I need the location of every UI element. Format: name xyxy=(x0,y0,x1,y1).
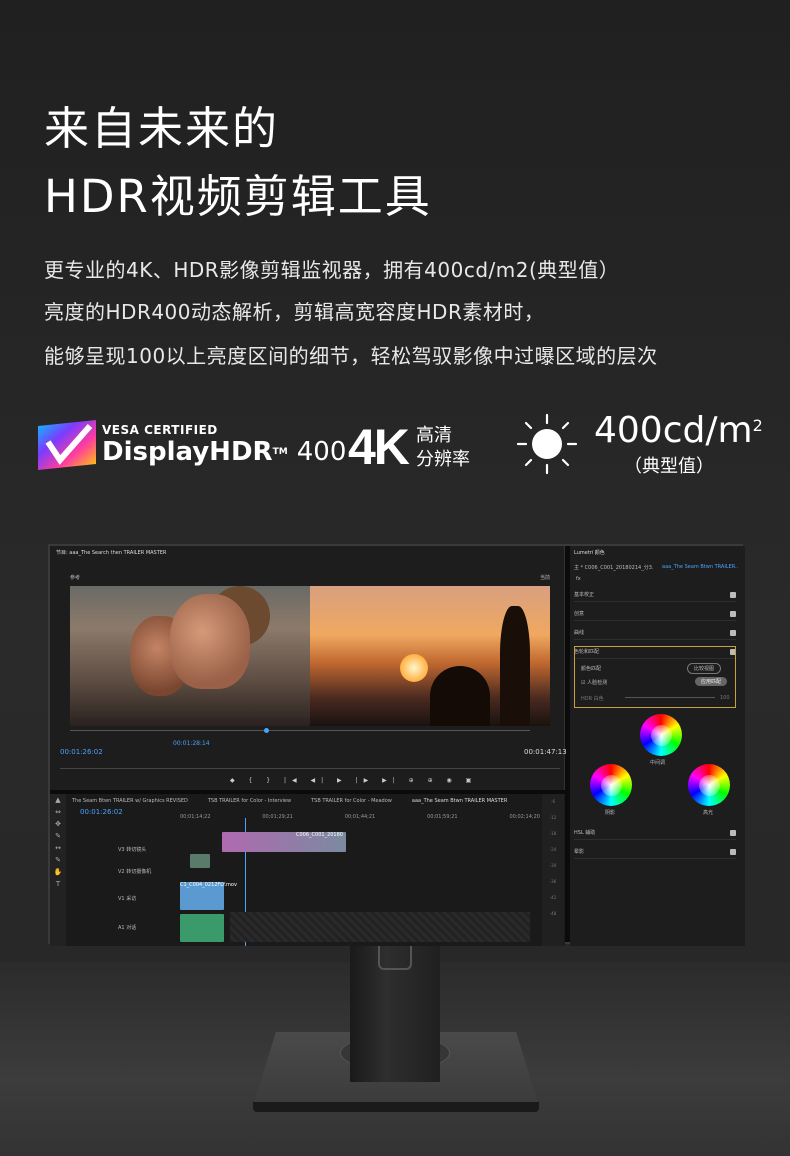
4k-subtitle: 高清 分辨率 xyxy=(416,425,470,470)
timeline-clip[interactable]: C1_C004_0212FLY.mov xyxy=(180,882,237,910)
track-v3: V3 转切镜头 xyxy=(118,847,147,853)
transport-controls[interactable]: ◆ { } |◀ ◀| ▶ |▶ ▶| ⊕ ⊕ ◉ ▣ xyxy=(230,777,477,784)
brightness-subtitle: （典型值） xyxy=(624,456,714,477)
section-basic[interactable]: 基本校正 xyxy=(574,588,736,602)
headline-line2: HDR视频剪辑工具 xyxy=(44,170,432,223)
description-line3: 能够呈现100以上亮度区间的细节，轻松驾驭影像中过曝区域的层次 xyxy=(44,344,658,368)
sun-icon xyxy=(516,413,578,475)
track-a1: A1 对话 xyxy=(118,925,137,931)
audio-clip[interactable] xyxy=(180,914,224,942)
audio-meter: -6 -12 -18 -24 -30 -36 -42 -48 xyxy=(542,794,564,946)
highlights-wheel[interactable] xyxy=(688,764,730,806)
section-curves[interactable]: 曲线 xyxy=(574,626,736,640)
section-vignette[interactable]: 晕影 xyxy=(574,845,736,859)
current-label: 当前 xyxy=(540,575,551,581)
shadows-wheel[interactable] xyxy=(590,764,632,806)
time-ruler[interactable]: 00;01;14;22 00;01;29;21 00;01;44;21 00;01;5… xyxy=(180,814,540,820)
tools-bar[interactable]: ▲ ⇔ ✥ ✎ ↔ ✎ ✋ T xyxy=(50,794,66,946)
timeline-panel: ▲ ⇔ ✥ ✎ ↔ ✎ ✋ T The Seam Btwn TRAILER w/ Graphi… xyxy=(50,794,565,946)
hdr-slider[interactable] xyxy=(625,697,715,698)
program-monitor-title: 节目: aaa_The Search then TRAILER MASTER xyxy=(56,550,167,556)
timecode-left[interactable]: 00:01:26:02 xyxy=(60,748,103,756)
section-hsl[interactable]: HSL 辅助 xyxy=(574,826,736,840)
track-v1: V1 采访 xyxy=(118,896,137,902)
track-v2: V2 转切摄像机 xyxy=(118,869,152,875)
monitor-screen: 节目: aaa_The Search then TRAILER MASTER 参… xyxy=(48,544,745,946)
sequence-tabs[interactable]: The Seam Btwn TRAILER w/ Graphics REVISE… xyxy=(72,798,542,804)
midtones-wheel[interactable] xyxy=(640,714,682,756)
timecode-center: 00:01:28:14 xyxy=(173,740,210,747)
section-creative[interactable]: 创意 xyxy=(574,607,736,621)
program-monitor-panel: 节目: aaa_The Search then TRAILER MASTER 参… xyxy=(50,546,567,790)
lumetri-panel: Lumetri 颜色 主 * C006_C001_20180214_分3... … xyxy=(570,546,745,946)
4k-label: 4K xyxy=(348,419,410,475)
description-line2: 亮度的HDR400动态解析，剪辑高宽容度HDR素材时， xyxy=(44,300,545,324)
vesa-logo-icon xyxy=(38,420,96,470)
timeline-clip[interactable]: C006_C001_20180 xyxy=(222,832,346,852)
lumetri-sequence[interactable]: aaa_The Seam Btwn TRAILER... xyxy=(662,564,738,570)
apply-match-button[interactable]: 应用匹配 xyxy=(695,677,728,686)
monitor-base-edge xyxy=(253,1102,539,1112)
lumetri-title: Lumetri 颜色 xyxy=(574,550,605,556)
fx-label: fx xyxy=(576,576,581,582)
timeline-clip[interactable] xyxy=(190,854,210,868)
headline-line1: 来自未来的 xyxy=(44,102,280,155)
vesa-certified-label: VESA CERTIFIED xyxy=(102,423,218,437)
reference-frame xyxy=(70,586,310,726)
cable-hole xyxy=(378,944,412,970)
description-line1: 更专业的4K、HDR影像剪辑监视器，拥有400cd/m2(典型值） xyxy=(44,258,620,282)
premiere-ui: 节目: aaa_The Search then TRAILER MASTER 参… xyxy=(50,546,745,946)
vesa-badge: VESA CERTIFIED DisplayHDRTM 400 xyxy=(38,420,346,470)
current-frame xyxy=(310,586,550,726)
video-preview xyxy=(70,586,550,726)
reference-label: 参考 xyxy=(70,575,81,581)
face-detect-checkbox[interactable]: ☑ 人脸检测 xyxy=(581,679,607,686)
timecode-right: 00:01:47:13 xyxy=(524,748,567,756)
color-match-box: 颜色匹配 比较视图 ☑ 人脸检测 应用匹配 HDR 白色 100 xyxy=(574,646,736,708)
timeline-timecode[interactable]: 00:01:26:02 xyxy=(80,808,123,816)
playhead-marker[interactable] xyxy=(264,728,269,733)
brightness-value: 400cd/m2 xyxy=(594,410,763,451)
compare-view-button[interactable]: 比较视图 xyxy=(687,663,722,674)
displayhdr-label: DisplayHDRTM 400 xyxy=(102,437,347,467)
lumetri-source[interactable]: 主 * C006_C001_20180214_分3... xyxy=(574,564,654,571)
